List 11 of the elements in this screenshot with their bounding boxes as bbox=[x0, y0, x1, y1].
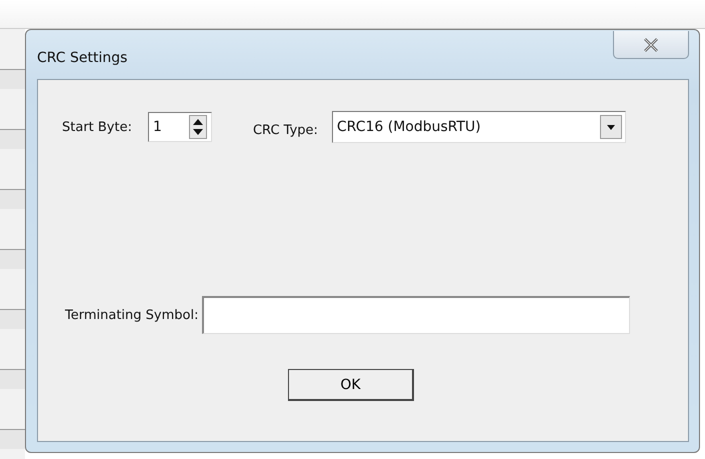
close-icon bbox=[643, 38, 659, 52]
crc-type-label: CRC Type: bbox=[252, 122, 318, 138]
close-button[interactable] bbox=[613, 31, 689, 59]
terminating-symbol-label: Terminating Symbol: bbox=[65, 308, 198, 322]
start-byte-spinner[interactable]: 1 bbox=[148, 112, 212, 142]
spinner-arrows-icon bbox=[188, 115, 207, 139]
ok-button[interactable]: OK bbox=[288, 369, 414, 401]
start-byte-label: Start Byte: bbox=[62, 120, 132, 134]
window-title: CRC Settings bbox=[37, 50, 128, 66]
terminating-symbol-field[interactable] bbox=[202, 296, 630, 334]
crc-type-dropdown[interactable]: CRC16 (ModbusRTU) bbox=[332, 111, 626, 143]
